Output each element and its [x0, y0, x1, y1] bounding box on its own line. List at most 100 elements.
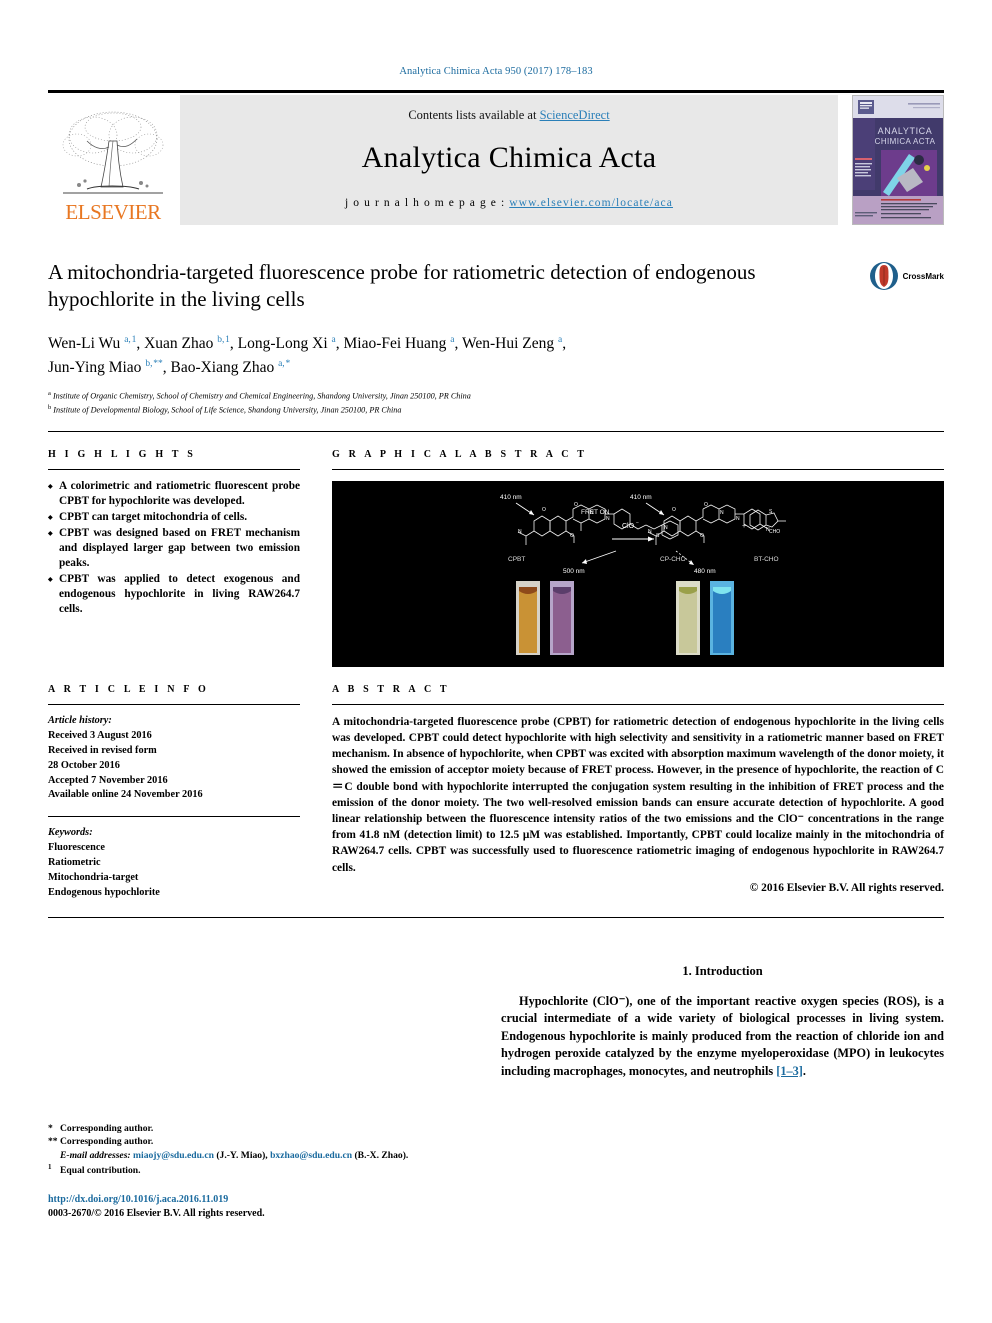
- graphical-abstract-heading: G R A P H I C A L A B S T R A C T: [332, 448, 588, 460]
- column-gap: [300, 667, 332, 901]
- author-list: Wen-Li Wu a, 1, Xuan Zhao b, 1, Long-Lon…: [48, 332, 944, 379]
- affiliation-b-text: Institute of Developmental Biology, Scho…: [53, 405, 402, 415]
- abstract-heading: A B S T R A C T: [332, 683, 450, 695]
- doi-link[interactable]: http://dx.doi.org/10.1016/j.aca.2016.11.…: [48, 1194, 228, 1205]
- list-item: CPBT can target mitochondria of cells.: [48, 510, 300, 526]
- affiliation-a-text: Institute of Organic Chemistry, School o…: [52, 391, 471, 401]
- footnote-mark-double-star: **: [48, 1136, 58, 1148]
- body-column-gap: [491, 964, 501, 1080]
- svg-text:CHO: CHO: [769, 529, 780, 535]
- svg-text:O: O: [704, 502, 708, 508]
- keywords-block: Keywords: Fluorescence Ratiometric Mitoc…: [48, 826, 300, 901]
- label-compound-cpbt: CPBT: [508, 556, 525, 563]
- running-head: Analytica Chimica Acta 950 (2017) 178–18…: [399, 66, 593, 77]
- graphical-abstract-rule: [332, 468, 944, 470]
- affiliations: a Institute of Organic Chemistry, School…: [48, 389, 944, 417]
- keyword: Mitochondria-target: [48, 872, 139, 884]
- svg-text:N: N: [606, 516, 610, 522]
- highlights-heading: H I G H L I G H T S: [48, 448, 196, 460]
- svg-text:O: O: [700, 533, 704, 539]
- citation-link[interactable]: [1–3]: [776, 1064, 803, 1078]
- author-line-1: Wen-Li Wu a, 1, Xuan Zhao b, 1, Long-Lon…: [48, 335, 567, 353]
- article-info-column: A R T I C L E I N F O Article history: R…: [48, 667, 300, 901]
- email-owner-miao: (J.-Y. Miao),: [216, 1149, 268, 1161]
- keyword: Endogenous hypochlorite: [48, 887, 160, 899]
- email-link-miao[interactable]: miaojy@sdu.edu.cn: [133, 1150, 214, 1161]
- abstract-text: A mitochondria-targeted fluorescence pro…: [332, 715, 944, 874]
- label-excitation-left: 410 nm: [500, 494, 522, 501]
- elsevier-tree-icon: [62, 111, 164, 194]
- graphical-abstract-figure: O O O N N N N S 410 nm 500 nm FRET ON CP…: [332, 480, 944, 667]
- masthead-center: Contents lists available at ScienceDirec…: [180, 95, 838, 225]
- label-excitation-right: 410 nm: [630, 494, 652, 501]
- footnote-corresponding-2: ** Corresponding author.: [48, 1135, 491, 1148]
- column-gap: [300, 432, 332, 667]
- cover-art: ANALYTICA CHIMICA ACTA: [853, 96, 943, 224]
- body-columns: 1. Introduction Hypochlorite (ClO⁻), one…: [48, 964, 944, 1080]
- crossmark-icon: [869, 262, 898, 290]
- title-block: CrossMark A mitochondria-targeted fluore…: [48, 259, 944, 417]
- introduction-period: .: [802, 1063, 806, 1078]
- footnotes-block: * Corresponding author. ** Corresponding…: [48, 1122, 491, 1222]
- svg-text:N: N: [518, 529, 522, 535]
- history-accepted: Accepted 7 November 2016: [48, 774, 168, 786]
- label-emission-right: 480 nm: [694, 568, 716, 575]
- email-addresses-label: E-mail addresses:: [60, 1149, 131, 1161]
- list-item: CPBT was designed based on FRET mechanis…: [48, 526, 300, 571]
- article-info-rule: [48, 703, 300, 705]
- crossmark-badge[interactable]: CrossMark: [869, 261, 944, 291]
- svg-text:N: N: [736, 516, 740, 522]
- homepage-label: j o u r n a l h o m e p a g e :: [345, 196, 510, 209]
- footnote-equal-contribution: 1 Equal contribution.: [48, 1163, 491, 1177]
- history-revised-label: Received in revised form: [48, 744, 157, 756]
- keywords-separator: [48, 816, 300, 818]
- elsevier-logo: ELSEVIER: [48, 95, 178, 225]
- graphical-abstract-artwork: O O O N N N N S 410 nm 500 nm FRET ON CP…: [478, 480, 798, 667]
- footnote-equal-text: Equal contribution.: [60, 1165, 141, 1177]
- list-item: A colorimetric and ratiometric fluoresce…: [48, 479, 300, 509]
- introduction-text: Hypochlorite (ClO⁻), one of the importan…: [501, 994, 944, 1078]
- svg-text:ANALYTICA: ANALYTICA: [878, 126, 933, 136]
- cuvette-product-uv: [710, 580, 734, 655]
- affiliation-a: a Institute of Organic Chemistry, School…: [48, 389, 471, 401]
- email-link-zhao[interactable]: bxzhao@sdu.edu.cn: [270, 1150, 352, 1161]
- history-received: Received 3 August 2016: [48, 729, 152, 741]
- masthead: ELSEVIER Contents lists available at Sci…: [48, 90, 944, 225]
- label-emission-left: 500 nm: [563, 568, 585, 575]
- body-column-left: [48, 964, 491, 1080]
- author-line-2: Jun-Ying Miao b, **, Bao-Xiang Zhao a, *: [48, 358, 291, 376]
- contents-prefix: Contents lists available at: [408, 107, 540, 122]
- highlights-graphical-row: H I G H L I G H T S A colorimetric and r…: [48, 432, 944, 667]
- svg-text:O: O: [672, 507, 676, 513]
- svg-text:CHIMICA ACTA: CHIMICA ACTA: [875, 137, 936, 146]
- sciencedirect-link[interactable]: ScienceDirect: [540, 108, 610, 122]
- history-revised-date: 28 October 2016: [48, 759, 120, 771]
- abstract-copyright: © 2016 Elsevier B.V. All rights reserved…: [749, 881, 944, 894]
- label-compound-cpcho: CP-CHO: [660, 556, 686, 563]
- label-reagent: ClO: [622, 523, 635, 530]
- keyword: Ratiometric: [48, 857, 101, 869]
- abstract-bottom-rule: [48, 917, 944, 919]
- contents-lists-line: Contents lists available at ScienceDirec…: [408, 108, 609, 123]
- footnote-emails: E-mail addresses: miaojy@sdu.edu.cn (J.-…: [48, 1149, 491, 1162]
- list-item: CPBT was applied to detect exogenous and…: [48, 572, 300, 617]
- keyword: Fluorescence: [48, 842, 105, 854]
- footnote-mark-one: 1: [48, 1163, 52, 1172]
- highlights-rule: [48, 468, 300, 470]
- email-owner-zhao: (B.-X. Zhao).: [354, 1149, 409, 1161]
- journal-article-page: Analytica Chimica Acta 950 (2017) 178–18…: [0, 0, 992, 1323]
- journal-homepage-line: j o u r n a l h o m e p a g e : www.else…: [345, 197, 673, 209]
- footnote-corresponding-2-text: Corresponding author.: [60, 1136, 154, 1148]
- journal-homepage-link[interactable]: www.elsevier.com/locate/aca: [509, 197, 673, 209]
- introduction-paragraph: Hypochlorite (ClO⁻), one of the importan…: [501, 993, 944, 1080]
- svg-text:N: N: [648, 529, 652, 535]
- graphical-abstract-column: G R A P H I C A L A B S T R A C T O O O …: [332, 432, 944, 667]
- keywords-label: Keywords:: [48, 827, 93, 839]
- article-history: Article history: Received 3 August 2016 …: [48, 714, 300, 804]
- highlights-list: A colorimetric and ratiometric fluoresce…: [48, 479, 300, 617]
- abstract-column: A B S T R A C T A mitochondria-targeted …: [332, 667, 944, 901]
- elsevier-wordmark: ELSEVIER: [65, 200, 161, 224]
- svg-text:−: −: [636, 520, 639, 526]
- footnote-mark-single-star: *: [48, 1123, 53, 1134]
- body-column-right: 1. Introduction Hypochlorite (ClO⁻), one…: [501, 964, 944, 1080]
